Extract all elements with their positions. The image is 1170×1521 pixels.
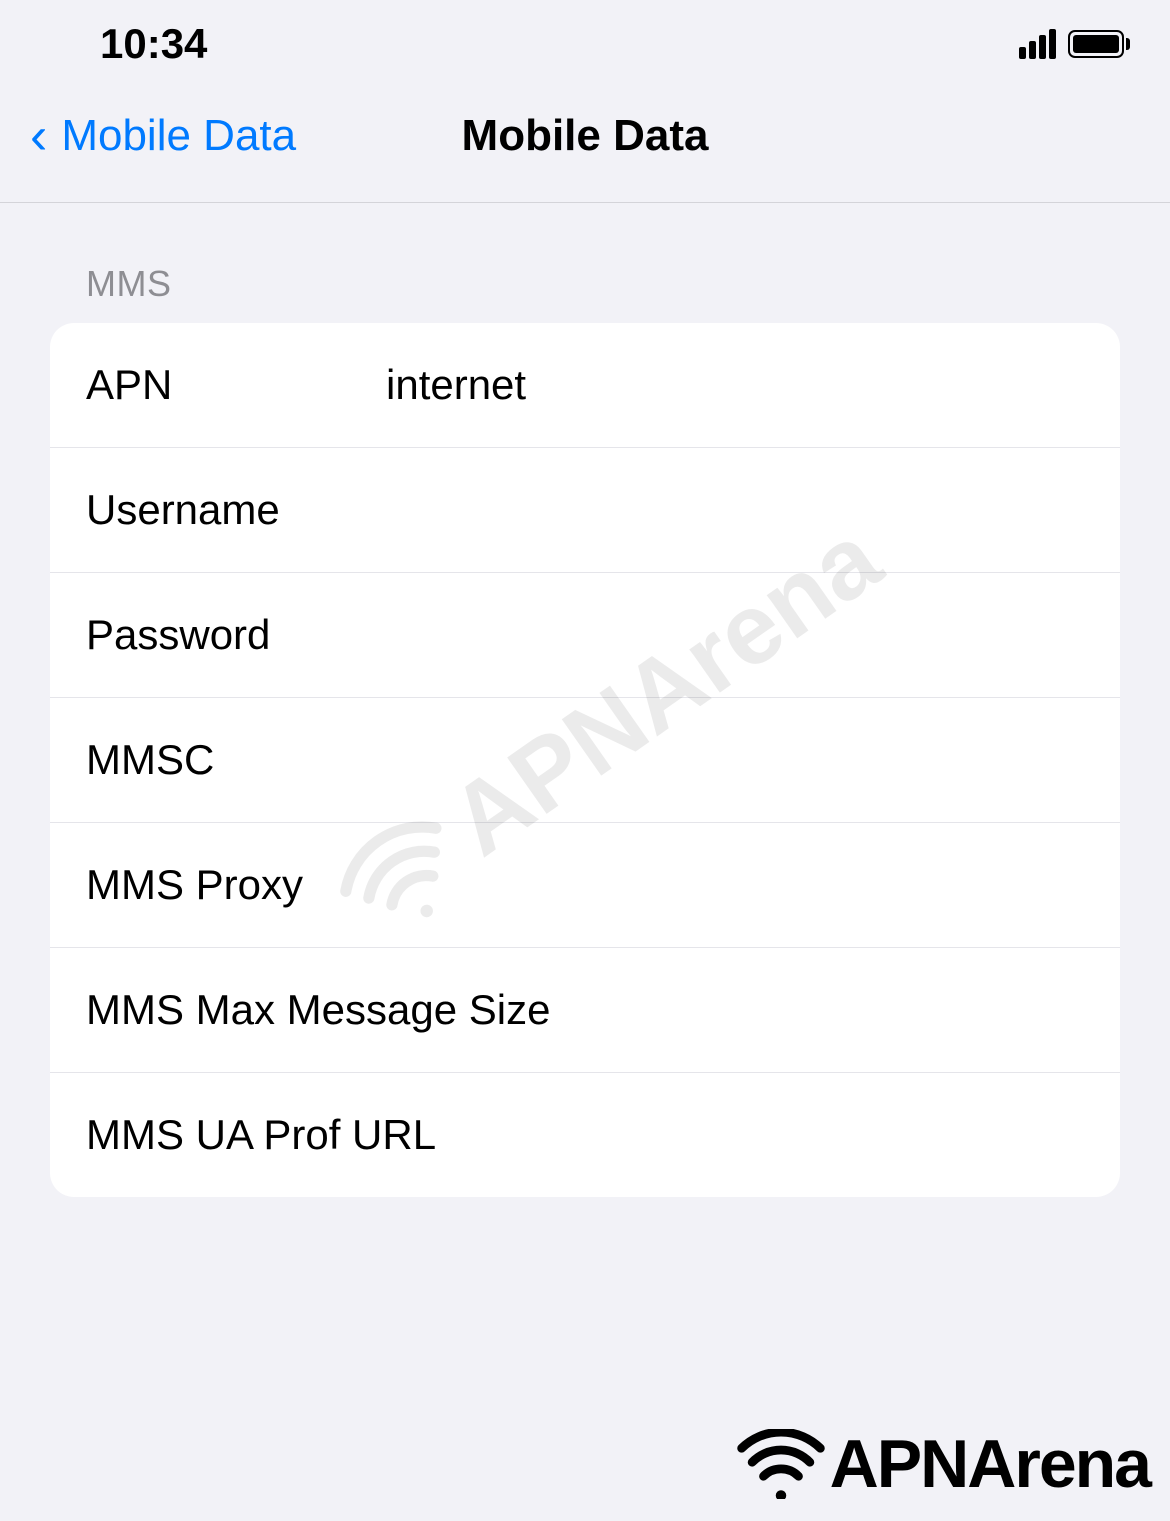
back-button[interactable]: ‹ Mobile Data — [30, 110, 296, 162]
navigation-bar: ‹ Mobile Data Mobile Data — [0, 80, 1170, 203]
status-time: 10:34 — [100, 20, 207, 68]
settings-row-mms-max-size[interactable]: MMS Max Message Size — [50, 948, 1120, 1073]
row-label-mms-ua-prof: MMS UA Prof URL — [86, 1111, 436, 1159]
settings-row-mms-proxy[interactable]: MMS Proxy — [50, 823, 1120, 948]
password-input[interactable] — [386, 611, 1084, 659]
wifi-icon — [736, 1429, 826, 1499]
status-bar: 10:34 — [0, 0, 1170, 80]
chevron-left-icon: ‹ — [30, 110, 47, 162]
settings-row-apn[interactable]: APN — [50, 323, 1120, 448]
battery-icon — [1068, 30, 1130, 58]
settings-row-mms-ua-prof[interactable]: MMS UA Prof URL — [50, 1073, 1120, 1197]
row-label-mms-max-size: MMS Max Message Size — [86, 986, 550, 1034]
mms-max-size-input[interactable] — [550, 986, 1091, 1034]
mms-proxy-input[interactable] — [386, 861, 1084, 909]
mmsc-input[interactable] — [386, 736, 1084, 784]
settings-row-username[interactable]: Username — [50, 448, 1120, 573]
row-label-apn: APN — [86, 361, 386, 409]
mms-ua-prof-input[interactable] — [436, 1111, 1084, 1159]
row-label-password: Password — [86, 611, 386, 659]
page-title: Mobile Data — [462, 111, 709, 161]
username-input[interactable] — [386, 486, 1084, 534]
settings-group-mms: APN Username Password MMSC MMS Proxy MMS… — [50, 323, 1120, 1197]
section-header-mms: MMS — [86, 263, 1120, 305]
apn-input[interactable] — [386, 361, 1084, 409]
back-label: Mobile Data — [61, 111, 296, 161]
content-area: MMS APN Username Password MMSC MMS Proxy… — [0, 203, 1170, 1197]
row-label-mmsc: MMSC — [86, 736, 386, 784]
footer-logo: APNArena — [736, 1425, 1150, 1503]
row-label-mms-proxy: MMS Proxy — [86, 861, 386, 909]
cellular-signal-icon — [1019, 29, 1056, 59]
settings-row-mmsc[interactable]: MMSC — [50, 698, 1120, 823]
row-label-username: Username — [86, 486, 386, 534]
settings-row-password[interactable]: Password — [50, 573, 1120, 698]
status-indicators — [1019, 29, 1130, 59]
footer-logo-text: APNArena — [830, 1425, 1150, 1503]
